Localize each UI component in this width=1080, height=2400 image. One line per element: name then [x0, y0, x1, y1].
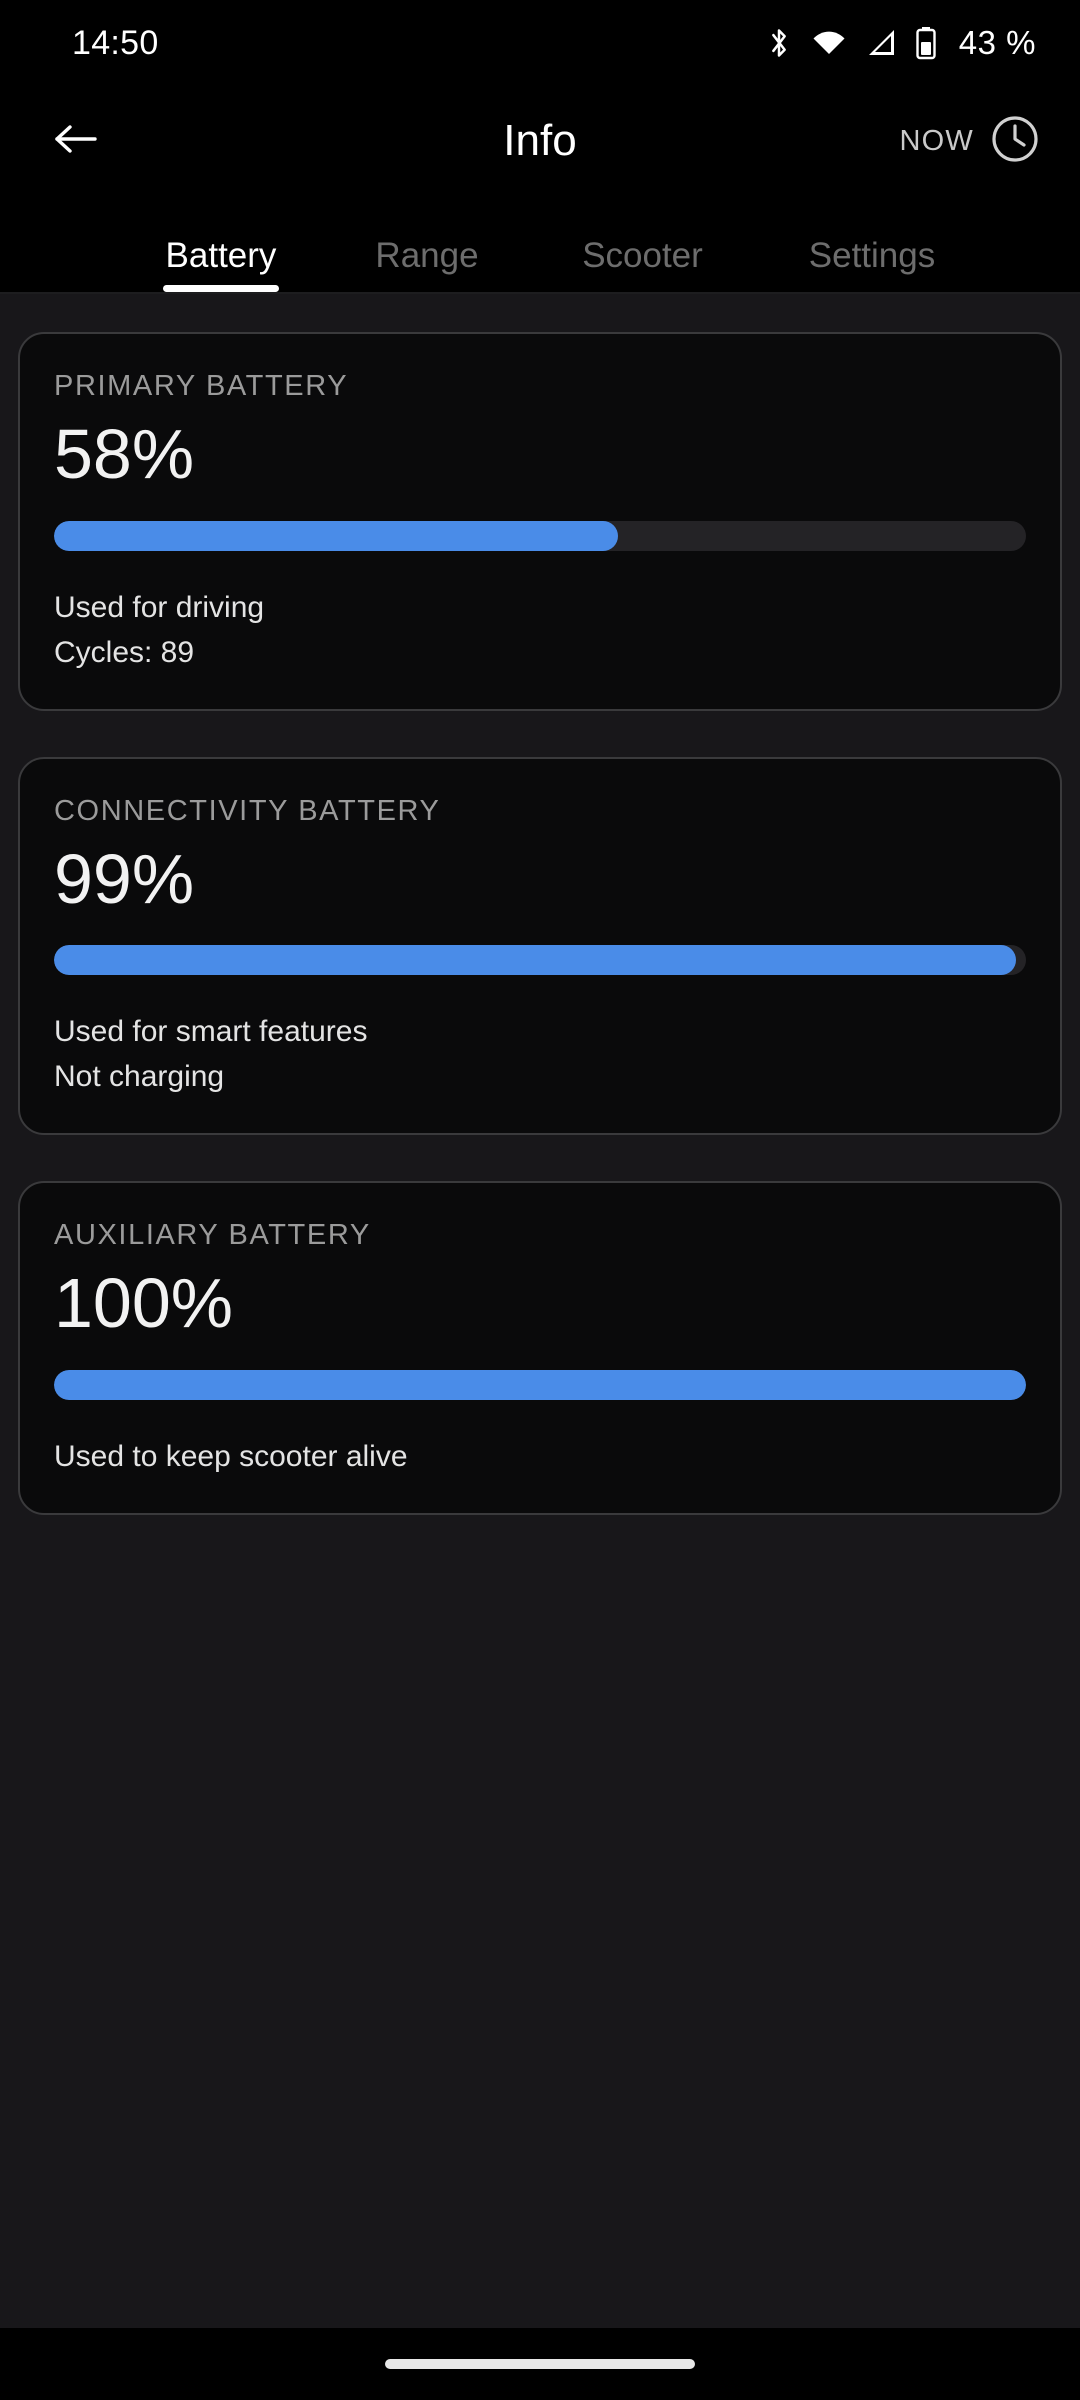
system-navigation-bar [0, 2328, 1080, 2400]
battery-progress-track [54, 945, 1026, 975]
battery-tab-content: PRIMARY BATTERY 58% Used for driving Cycles… [0, 294, 1080, 2328]
battery-card-percent-value: 99% [54, 839, 195, 918]
tab-scooter[interactable]: Scooter [540, 236, 745, 292]
battery-card-note: Used for smart features [54, 1015, 368, 1048]
tab-label: Settings [808, 236, 936, 275]
tab-range[interactable]: Range [336, 236, 518, 292]
battery-card-note: Not charging [54, 1060, 225, 1093]
app-screen: 14:50 43 % Info NOW Battery Range Scoote… [0, 0, 1080, 2400]
tab-settings[interactable]: Settings [767, 236, 977, 292]
tab-bar-divider [0, 292, 1080, 294]
tab-active-indicator [585, 285, 701, 292]
tab-battery[interactable]: Battery [128, 236, 314, 292]
battery-card-title: AUXILIARY BATTERY [54, 1219, 371, 1251]
battery-card-percent-value: 100% [54, 1264, 234, 1342]
system-status-bar: 14:50 43 % [0, 0, 1080, 86]
tab-bar: Battery Range Scooter Settings [0, 196, 1080, 294]
tab-active-indicator [163, 285, 279, 292]
now-label: NOW [899, 124, 974, 157]
battery-progress-fill [54, 1369, 1026, 1400]
battery-progress-track [54, 1369, 1026, 1400]
tab-active-indicator [369, 285, 485, 292]
tab-label: Scooter [582, 236, 703, 275]
battery-card: CONNECTIVITY BATTERY 99% Used for smart fe… [18, 756, 1062, 1135]
cellular-signal-icon [865, 28, 897, 58]
battery-card: PRIMARY BATTERY 58% Used for driving Cycles… [18, 332, 1062, 711]
battery-icon [915, 26, 937, 60]
now-button[interactable]: NOW [900, 114, 1040, 169]
clock-icon [990, 114, 1040, 169]
home-gesture-pill[interactable] [385, 2359, 695, 2369]
app-header: Info NOW [0, 86, 1080, 196]
battery-progress-track [54, 520, 1026, 551]
battery-card-note: Cycles: 89 [54, 635, 195, 669]
status-bar-clock: 14:50 [72, 23, 159, 62]
tab-label: Battery [165, 236, 277, 275]
arrow-left-icon [51, 119, 99, 164]
status-bar-icons: 43 % [765, 24, 1036, 62]
back-button[interactable] [42, 108, 108, 174]
battery-card-title: PRIMARY BATTERY [54, 370, 349, 402]
tab-label: Range [375, 236, 479, 275]
tab-active-indicator [814, 285, 930, 292]
battery-card-note: Used to keep scooter alive [54, 1439, 408, 1473]
battery-card-title: CONNECTIVITY BATTERY [54, 794, 441, 827]
wifi-icon [811, 29, 847, 57]
battery-card-note: Used for driving [54, 590, 265, 624]
bluetooth-icon [765, 26, 793, 60]
battery-progress-fill [54, 945, 1017, 975]
battery-card-percent-value: 58% [54, 415, 195, 493]
battery-card: AUXILIARY BATTERY 100% Used to keep scoote… [18, 1181, 1062, 1515]
battery-progress-fill [54, 520, 618, 551]
status-bar-battery-percent: 43 % [958, 24, 1036, 61]
